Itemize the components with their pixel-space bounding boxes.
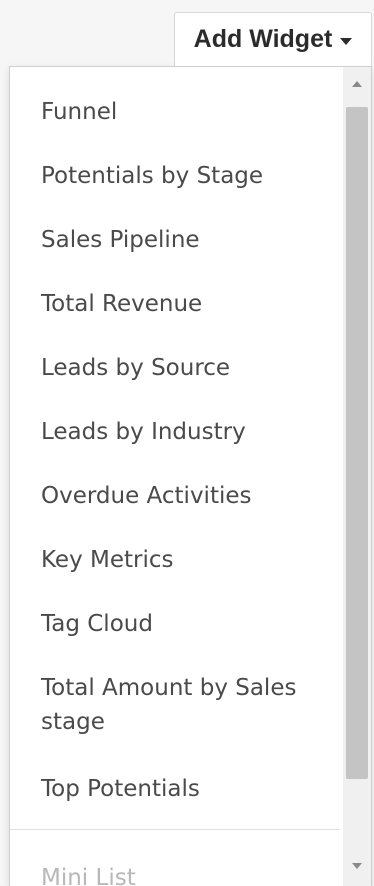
menu-item-sales-pipeline[interactable]: Sales Pipeline <box>41 223 331 257</box>
menu-item-tag-cloud[interactable]: Tag Cloud <box>41 607 331 641</box>
caret-down-icon <box>340 37 353 45</box>
widget-dropdown-menu: Funnel Potentials by Stage Sales Pipelin… <box>9 66 372 886</box>
add-widget-label: Add Widget <box>193 25 333 53</box>
menu-item-overdue-activities[interactable]: Overdue Activities <box>41 479 331 513</box>
menu-item-leads-by-source[interactable]: Leads by Source <box>41 351 331 385</box>
menu-item-mini-list[interactable]: Mini List <box>41 861 331 886</box>
add-widget-button[interactable]: Add Widget <box>174 12 372 66</box>
add-widget-dropdown-area: Add Widget Funnel Potentials by Stage Sa… <box>0 0 374 886</box>
menu-divider <box>10 829 340 830</box>
menu-item-key-metrics[interactable]: Key Metrics <box>41 543 331 577</box>
menu-item-potentials-by-stage[interactable]: Potentials by Stage <box>41 159 331 193</box>
menu-item-top-potentials[interactable]: Top Potentials <box>41 772 331 806</box>
menu-item-leads-by-industry[interactable]: Leads by Industry <box>41 415 331 449</box>
scroll-down-arrow-icon[interactable] <box>352 863 362 869</box>
menu-item-total-amount-by-sales-stage[interactable]: Total Amount by Sales stage <box>41 671 311 739</box>
scroll-up-arrow-icon[interactable] <box>352 81 362 87</box>
scrollbar-thumb[interactable] <box>346 107 368 779</box>
dropdown-scrollbar[interactable] <box>343 67 371 886</box>
menu-item-total-revenue[interactable]: Total Revenue <box>41 287 331 321</box>
menu-item-funnel[interactable]: Funnel <box>41 95 331 129</box>
